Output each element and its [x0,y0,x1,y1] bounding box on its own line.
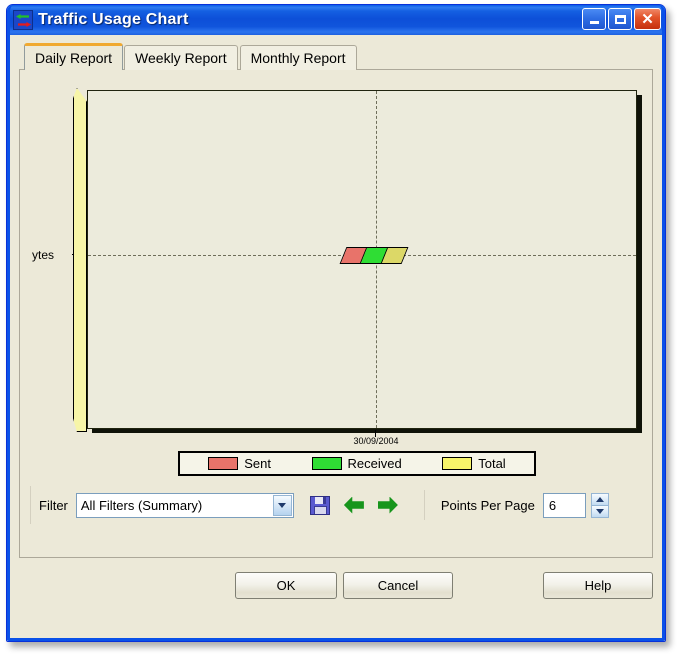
filter-dropdown-value: All Filters (Summary) [80,497,203,513]
window-title: Traffic Usage Chart [38,11,189,28]
chart-toolbar: Filter All Filters (Summary) Points Per … [30,486,642,524]
filter-dropdown-button[interactable] [272,494,292,516]
spinner-up-icon [595,496,604,502]
chart-legend: Sent Received Total [178,451,536,476]
tab-strip: Daily Report Weekly Report Monthly Repor… [19,43,653,70]
tab-weekly-report[interactable]: Weekly Report [124,45,238,70]
maximize-icon [614,14,626,24]
traffic-chart: ytes 30/09/2004 Sent Received Total [30,80,642,484]
legend-swatch-total [442,457,473,470]
bar-segment-total[interactable] [381,248,408,263]
maximize-button[interactable] [608,8,632,30]
window-controls: ✕ [582,8,661,30]
tab-daily-report-label: Daily Report [35,50,113,66]
dialog-button-bar: OK Cancel Help [19,572,653,602]
data-bar-group[interactable] [339,247,409,264]
arrow-right-icon[interactable] [377,496,398,514]
legend-swatch-received [311,457,342,470]
floppy-label-glyph [313,505,327,514]
red-arrow-glyph [18,22,31,27]
legend-label-received: Received [347,456,402,471]
legend-item-total: Total [442,456,506,471]
ok-button[interactable]: OK [235,572,337,599]
stepper-up-button[interactable] [590,492,609,506]
legend-item-received: Received [311,456,402,471]
close-button[interactable]: ✕ [634,8,661,30]
chart-left-wall [73,88,87,432]
cancel-button[interactable]: Cancel [343,572,453,599]
title-bar[interactable]: Traffic Usage Chart ✕ [7,5,665,35]
close-icon: ✕ [641,10,654,28]
client-area: Daily Report Weekly Report Monthly Repor… [10,35,662,638]
filter-label: Filter [39,497,68,513]
y-axis-label: ytes [32,248,55,262]
spinner-down-icon [595,508,604,514]
traffic-usage-chart-window: Traffic Usage Chart ✕ Daily Report Weekl… [6,4,666,642]
filter-dropdown[interactable]: All Filters (Summary) [75,492,294,518]
points-per-page-input[interactable]: 6 [542,492,586,518]
traffic-arrows-icon [13,10,33,30]
chart-plot-area [87,90,637,429]
points-per-page-group: Points Per Page 6 [423,490,609,520]
chevron-down-icon [278,502,287,508]
minimize-button[interactable] [582,8,606,30]
daily-report-panel: ytes 30/09/2004 Sent Received Total Filt… [19,69,653,558]
tab-weekly-report-label: Weekly Report [135,50,227,66]
legend-label-sent: Sent [244,456,271,471]
help-button[interactable]: Help [543,572,653,599]
arrow-left-icon[interactable] [343,496,364,514]
stepper-down-button[interactable] [590,505,609,518]
green-arrow-glyph [16,14,29,19]
floppy-shutter-glyph [314,496,326,504]
legend-swatch-sent [208,457,239,470]
chart-right-edge-shadow [637,95,642,433]
legend-item-sent: Sent [208,456,271,471]
points-per-page-label: Points Per Page [440,497,535,513]
x-axis-tick-label: 30/09/2004 [353,436,399,446]
tab-monthly-report[interactable]: Monthly Report [239,45,357,70]
tab-monthly-report-label: Monthly Report [250,50,346,66]
save-floppy-icon[interactable] [309,495,330,515]
minimize-icon [589,21,599,24]
points-per-page-stepper[interactable] [590,492,609,518]
legend-label-total: Total [478,456,506,471]
tab-daily-report[interactable]: Daily Report [24,43,124,70]
